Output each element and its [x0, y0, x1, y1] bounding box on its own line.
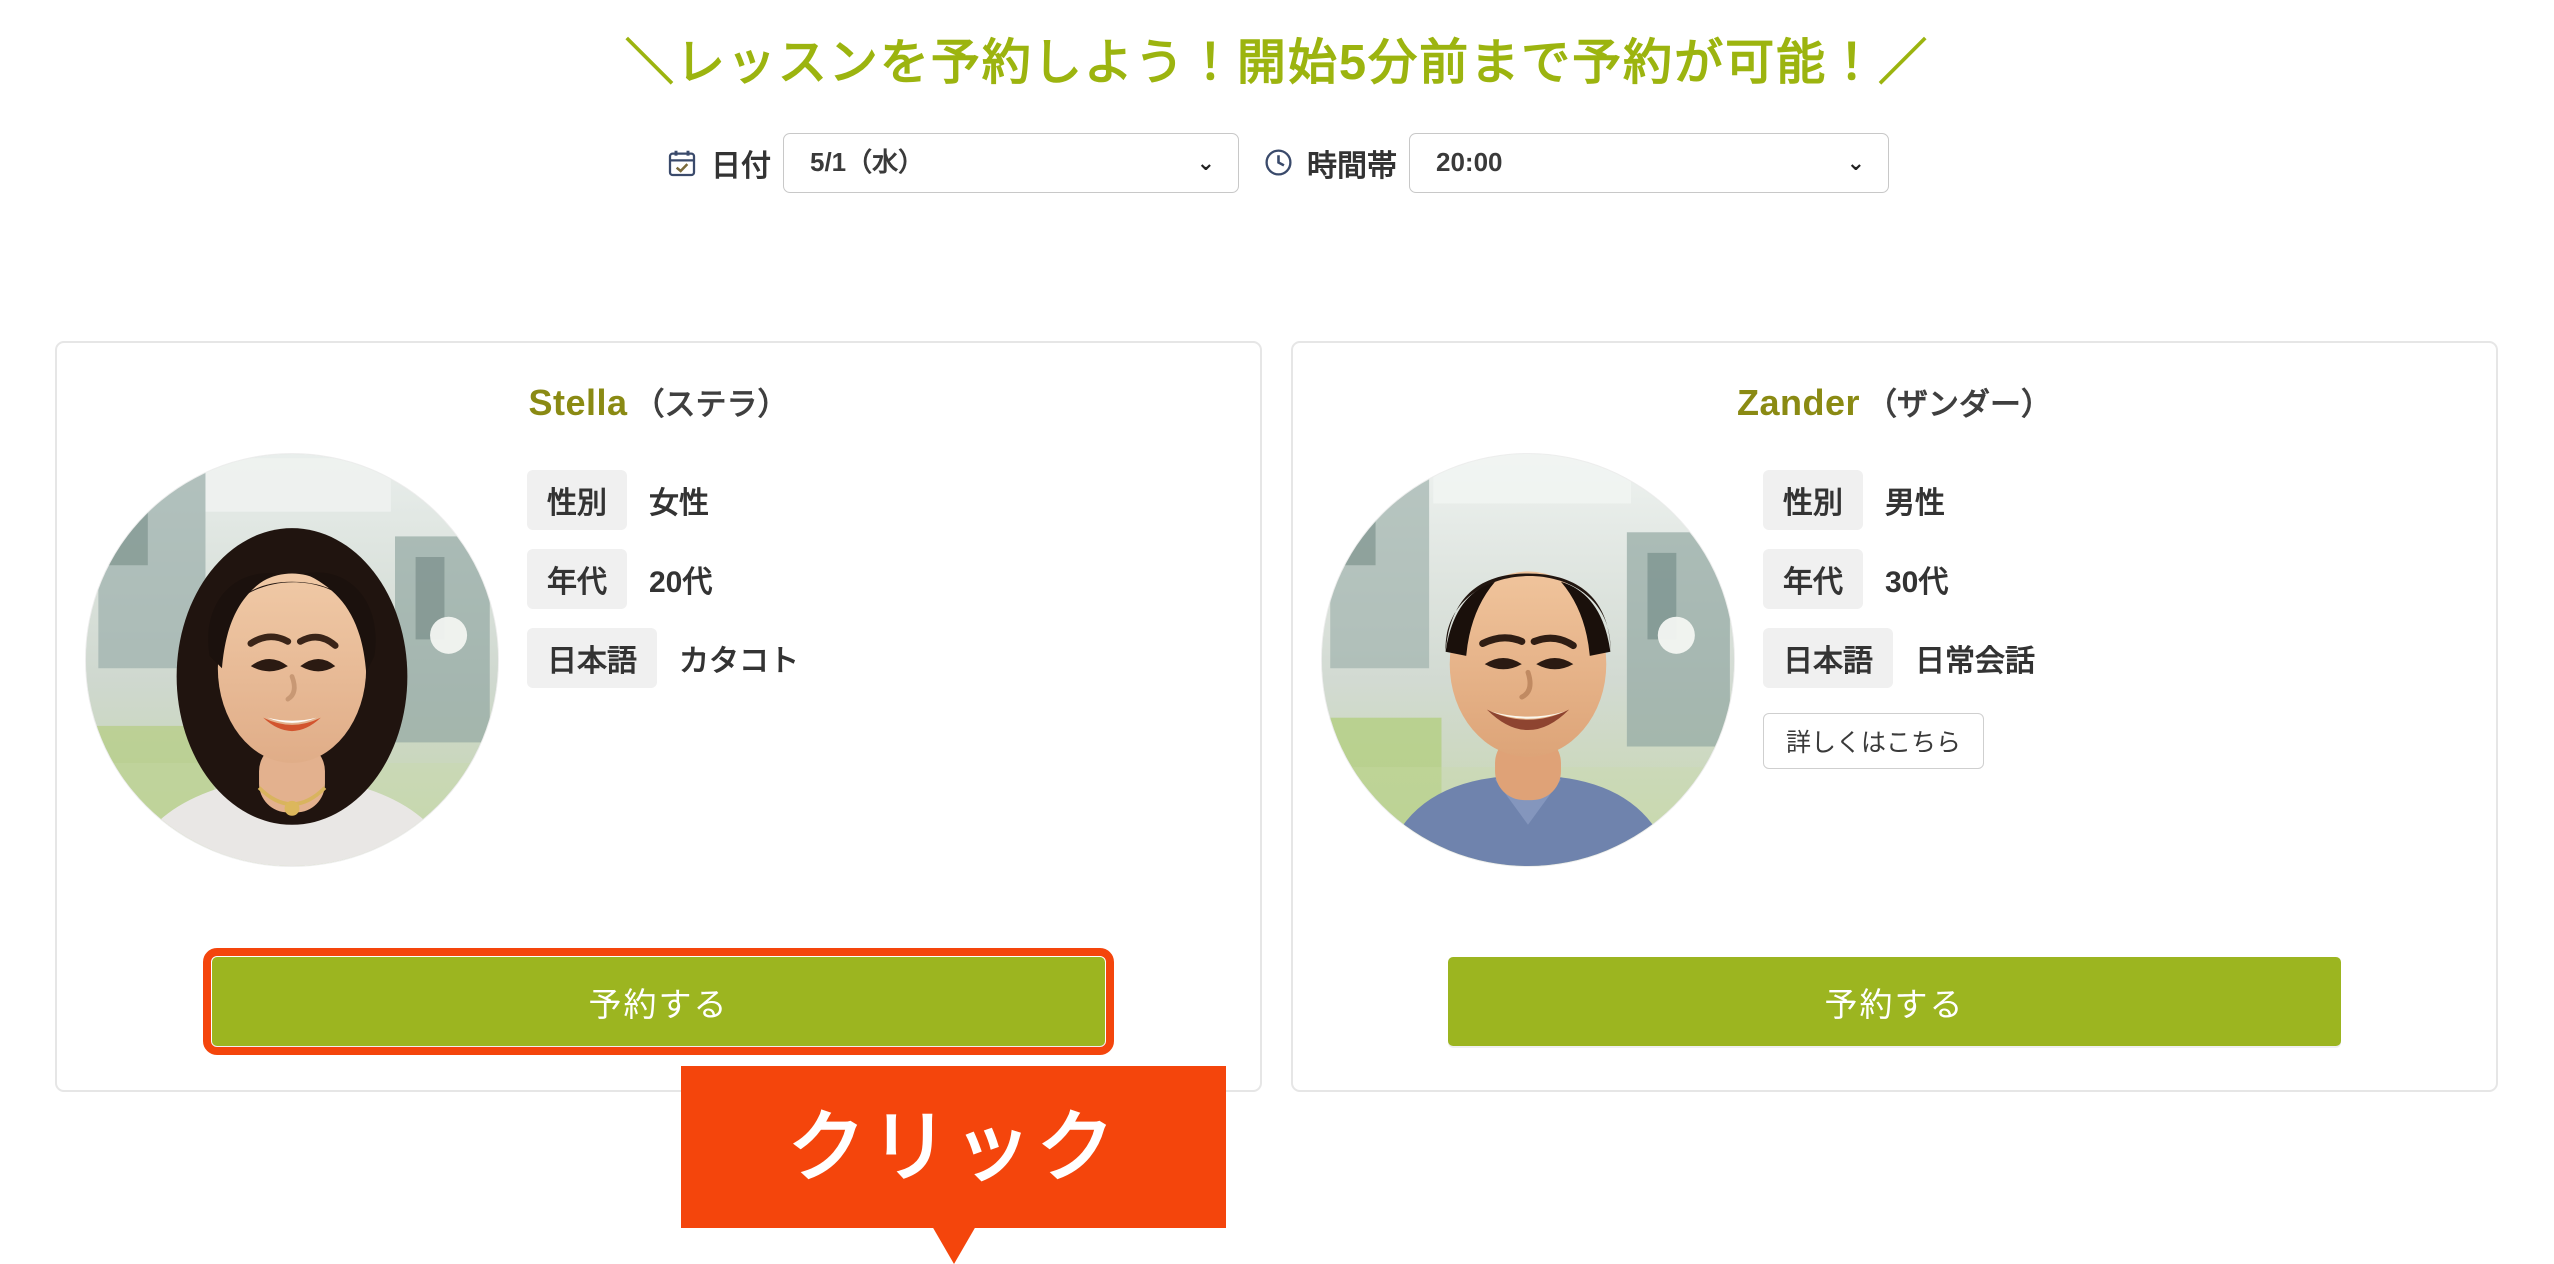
avatar-photo-zander — [1322, 454, 1734, 866]
tutor-card-list: Stella （ステラ） 性別 女性 年代 20代 日本語 カタコト 予約する … — [55, 341, 2498, 1264]
tutor-name: Zander （ザンダー） — [1293, 343, 2496, 424]
date-select[interactable]: 5/1（水） — [783, 132, 1239, 193]
tutor-name-en: Zander — [1736, 382, 1861, 423]
click-annotation-callout: クリック — [681, 1066, 1226, 1264]
tutor-name-jp: （ステラ） — [633, 387, 789, 422]
attribute-value: 日常会話 — [1915, 645, 2035, 678]
attribute-value: カタコト — [679, 645, 799, 678]
avatar-wrapper — [1293, 440, 1763, 866]
click-annotation-label: クリック — [787, 1103, 1120, 1191]
reserve-button[interactable]: 予約する — [1448, 957, 2341, 1046]
tutor-card-body: 性別 女性 年代 20代 日本語 カタコト — [57, 424, 1260, 866]
attribute-row: 性別 女性 — [527, 470, 1260, 530]
attribute-row: 年代 30代 — [1763, 549, 2496, 609]
attribute-key: 性別 — [527, 470, 627, 530]
time-select-wrapper[interactable]: 20:00 ⌄ — [1409, 132, 1889, 193]
callout-pointer-icon — [931, 1226, 976, 1264]
tutor-card: Stella （ステラ） 性別 女性 年代 20代 日本語 カタコト 予約する … — [55, 341, 1262, 1264]
attribute-value: 女性 — [649, 487, 709, 520]
reserve-button-wrapper: 予約する — [1293, 957, 2496, 1046]
avatar — [86, 454, 498, 866]
date-filter-label: 日付 — [711, 149, 771, 183]
attribute-key: 日本語 — [1763, 628, 1893, 688]
time-select[interactable]: 20:00 — [1409, 132, 1889, 193]
avatar-wrapper — [57, 440, 527, 866]
reserve-button-wrapper: 予約する — [57, 948, 1260, 1055]
attribute-row: 日本語 カタコト — [527, 628, 1260, 688]
calendar-check-icon — [665, 146, 699, 180]
attribute-key: 日本語 — [527, 628, 657, 688]
time-filter-group: 時間帯 20:00 ⌄ — [1261, 132, 1889, 193]
tutor-card: Zander （ザンダー） 性別 男性 年代 30代 日本語 日常会話 詳しくは… — [1291, 341, 2498, 1092]
tutor-attributes: 性別 女性 年代 20代 日本語 カタコト — [527, 440, 1260, 707]
time-filter-label: 時間帯 — [1307, 149, 1397, 183]
page-title: ＼レッスンを予約しよう！開始5分前まで予約が可能！／ — [624, 36, 1930, 90]
tutor-name-jp: （ザンダー） — [1866, 387, 2053, 422]
detail-link-button[interactable]: 詳しくはこちら — [1763, 713, 1985, 769]
attribute-value: 20代 — [649, 566, 713, 599]
attribute-row: 日本語 日常会話 — [1763, 628, 2496, 688]
avatar-photo-stella — [86, 454, 498, 866]
attribute-value: 男性 — [1885, 487, 1945, 520]
tutor-name: Stella （ステラ） — [57, 343, 1260, 424]
tutor-card-body: 性別 男性 年代 30代 日本語 日常会話 詳しくはこちら — [1293, 424, 2496, 866]
tutor-attributes: 性別 男性 年代 30代 日本語 日常会話 詳しくはこちら — [1763, 440, 2496, 769]
attribute-key: 年代 — [527, 549, 627, 609]
attribute-key: 性別 — [1763, 470, 1863, 530]
date-filter-group: 日付 5/1（水） ⌄ — [665, 132, 1239, 193]
date-select-wrapper[interactable]: 5/1（水） ⌄ — [783, 132, 1239, 193]
attribute-row: 性別 男性 — [1763, 470, 2496, 530]
attribute-row: 年代 20代 — [527, 549, 1260, 609]
attribute-key: 年代 — [1763, 549, 1863, 609]
reserve-button[interactable]: 予約する — [203, 948, 1114, 1055]
clock-icon — [1261, 146, 1295, 180]
avatar — [1322, 454, 1734, 866]
attribute-value: 30代 — [1885, 566, 1949, 599]
filter-bar: 日付 5/1（水） ⌄ 時間帯 20:00 ⌄ — [0, 132, 2554, 193]
tutor-name-en: Stella — [528, 382, 628, 423]
